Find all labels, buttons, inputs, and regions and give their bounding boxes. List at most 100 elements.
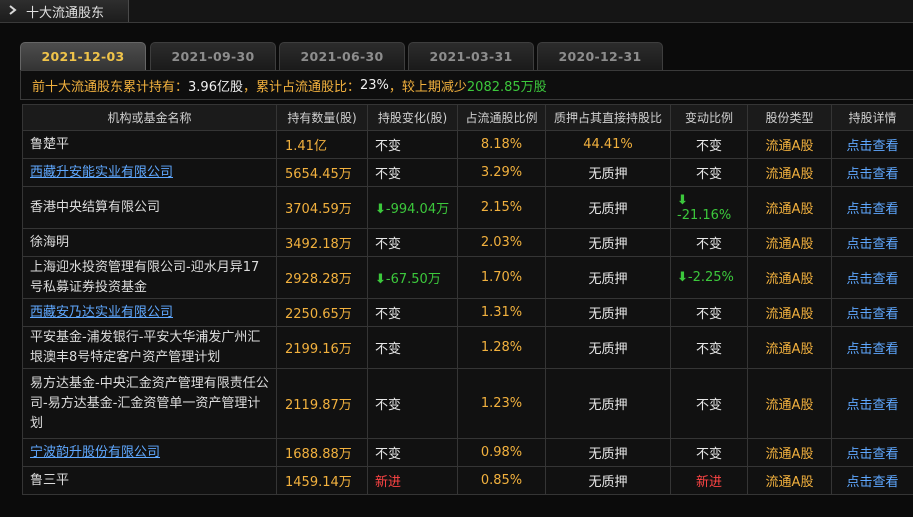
view-detail-link[interactable]: 点击查看 — [846, 139, 898, 154]
chevron-right-icon — [8, 4, 22, 18]
holder-name-link[interactable]: 西藏升安能实业有限公司 — [30, 165, 173, 180]
view-detail-link[interactable]: 点击查看 — [846, 342, 898, 357]
change-ratio-cell: 不变 — [670, 228, 748, 257]
holder-name: 徐海明 — [30, 234, 70, 250]
table-row: 香港中央结算有限公司 3704.59万 ⬇-994.04万 2.15% 无质押 ⬇ -21.… — [22, 186, 913, 229]
holding-change: -994.04万 — [385, 202, 450, 217]
table-row: 徐海明 3492.18万 不变 2.03% 无质押 不变 流通A股 点击查看 — [22, 228, 913, 257]
col-header-qty[interactable]: 持有数量(股) — [276, 104, 368, 131]
float-ratio: 1.23% — [457, 368, 546, 439]
pledge-ratio: 无质押 — [545, 368, 671, 439]
change-ratio: 不变 — [695, 307, 722, 322]
col-header-name[interactable]: 机构或基金名称 — [22, 104, 277, 131]
view-detail-link[interactable]: 点击查看 — [846, 398, 898, 413]
tab-2021-12-03[interactable]: 2021-12-03 — [20, 42, 146, 70]
holding-change-cell: 不变 — [367, 130, 458, 159]
holding-change-cell: 不变 — [367, 368, 458, 439]
holding-change-cell: 不变 — [367, 438, 458, 467]
share-type: 流通A股 — [747, 298, 832, 327]
col-header-detail[interactable]: 持股详情 — [831, 104, 913, 131]
holding-change-cell: 新进 — [367, 466, 458, 495]
change-ratio: 新进 — [695, 475, 722, 490]
col-header-change[interactable]: 持股变化(股) — [367, 104, 458, 131]
summary-decrease: 2082.85万股 — [466, 79, 547, 95]
holding-change: 不变 — [375, 139, 402, 154]
col-header-ratio[interactable]: 占流通股比例 — [457, 104, 546, 131]
shareholders-panel: 2021-12-03 2021-09-30 2021-06-30 2021-03… — [20, 38, 913, 517]
table-row: 易方达基金-中央汇金资产管理有限责任公司-易方达基金-汇金资管单一资产管理计划 2… — [22, 368, 913, 439]
float-ratio: 0.85% — [457, 466, 546, 495]
tab-2021-09-30[interactable]: 2021-09-30 — [150, 42, 276, 70]
view-detail-link[interactable]: 点击查看 — [846, 475, 898, 490]
view-detail-link[interactable]: 点击查看 — [846, 447, 898, 462]
share-type: 流通A股 — [747, 466, 832, 495]
col-header-share-type[interactable]: 股份类型 — [747, 104, 832, 131]
holding-change-cell: ⬇-994.04万 — [367, 186, 458, 229]
window-title: 十大流通股东 — [26, 5, 105, 21]
pledge-ratio: 无质押 — [545, 158, 671, 187]
summary-sep2: ，较上期减少 — [388, 79, 467, 95]
change-ratio: 不变 — [695, 398, 722, 413]
holder-name: 香港中央结算有限公司 — [30, 199, 161, 215]
float-ratio: 8.18% — [457, 130, 546, 159]
tab-2021-03-31[interactable]: 2021-03-31 — [408, 42, 534, 70]
detail-cell: 点击查看 — [831, 130, 913, 159]
change-ratio: 不变 — [695, 139, 722, 154]
view-detail-link[interactable]: 点击查看 — [846, 237, 898, 252]
tab-2020-12-31[interactable]: 2020-12-31 — [537, 42, 663, 70]
detail-cell: 点击查看 — [831, 368, 913, 439]
summary-ratio: 23% — [359, 77, 389, 93]
view-detail-link[interactable]: 点击查看 — [846, 272, 898, 287]
col-header-pledge[interactable]: 质押占其直接持股比 — [545, 104, 671, 131]
holder-name: 上海迎水投资管理有限公司-迎水月异17号私募证券投资基金 — [30, 259, 260, 295]
holder-name-link[interactable]: 宁波韵升股份有限公司 — [30, 445, 160, 460]
holder-name-cell: 平安基金-浦发银行-平安大华浦发广州汇垠澳丰8号特定客户资产管理计划 — [22, 326, 277, 369]
tab-2021-06-30[interactable]: 2021-06-30 — [279, 42, 405, 70]
table-row: 宁波韵升股份有限公司 1688.88万 不变 0.98% 无质押 不变 流通A股 点击查看 — [22, 438, 913, 467]
change-ratio-cell: 不变 — [670, 298, 748, 327]
share-type: 流通A股 — [747, 326, 832, 369]
summary-holding: 3.96亿股 — [188, 79, 243, 95]
pledge-ratio: 44.41% — [545, 130, 671, 159]
change-ratio-cell: ⬇ -21.16% — [670, 186, 748, 229]
share-type: 流通A股 — [747, 186, 832, 229]
holder-name-cell: 鲁楚平 — [22, 130, 277, 159]
holding-qty: 2928.28万 — [276, 256, 368, 299]
detail-cell: 点击查看 — [831, 228, 913, 257]
detail-cell: 点击查看 — [831, 256, 913, 299]
table-body: 鲁楚平 1.41亿 不变 8.18% 44.41% 不变 流通A股 点击查看 西藏升安能实业有限… — [22, 130, 913, 495]
change-ratio-cell: 不变 — [670, 326, 748, 369]
holder-name-cell: 香港中央结算有限公司 — [22, 186, 277, 229]
view-detail-link[interactable]: 点击查看 — [846, 307, 898, 322]
share-type: 流通A股 — [747, 256, 832, 299]
holding-change-cell: 不变 — [367, 158, 458, 187]
share-type: 流通A股 — [747, 368, 832, 439]
holding-qty: 5654.45万 — [276, 158, 368, 187]
pledge-ratio: 无质押 — [545, 186, 671, 229]
view-detail-link[interactable]: 点击查看 — [846, 167, 898, 182]
view-detail-link[interactable]: 点击查看 — [846, 202, 898, 217]
float-ratio: 2.15% — [457, 186, 546, 229]
holding-qty: 1.41亿 — [276, 130, 368, 159]
summary-line: 前十大流通股东累计持有： 3.96亿股 ，累计占流通股比： 23% ，较上期减少… — [20, 70, 913, 100]
holder-name-link[interactable]: 西藏安乃达实业有限公司 — [30, 305, 173, 320]
holding-change-cell: 不变 — [367, 228, 458, 257]
window-titlebar: 十大流通股东 — [0, 0, 913, 23]
change-ratio: 不变 — [695, 167, 722, 182]
holder-name-cell: 宁波韵升股份有限公司 — [22, 438, 277, 467]
holder-name: 平安基金-浦发银行-平安大华浦发广州汇垠澳丰8号特定客户资产管理计划 — [30, 329, 261, 365]
holding-qty: 3492.18万 — [276, 228, 368, 257]
holding-qty: 2199.16万 — [276, 326, 368, 369]
col-header-change-ratio[interactable]: 变动比例 — [670, 104, 748, 131]
holding-change: 新进 — [375, 475, 402, 490]
holding-change-cell: 不变 — [367, 326, 458, 369]
float-ratio: 1.31% — [457, 298, 546, 327]
holder-name-cell: 西藏升安能实业有限公司 — [22, 158, 277, 187]
holding-change: 不变 — [375, 167, 402, 182]
change-ratio: 不变 — [695, 342, 722, 357]
detail-cell: 点击查看 — [831, 158, 913, 187]
change-ratio: 不变 — [695, 447, 722, 462]
pledge-ratio: 无质押 — [545, 228, 671, 257]
title-tab[interactable]: 十大流通股东 — [0, 0, 129, 22]
holding-change: 不变 — [375, 307, 402, 322]
